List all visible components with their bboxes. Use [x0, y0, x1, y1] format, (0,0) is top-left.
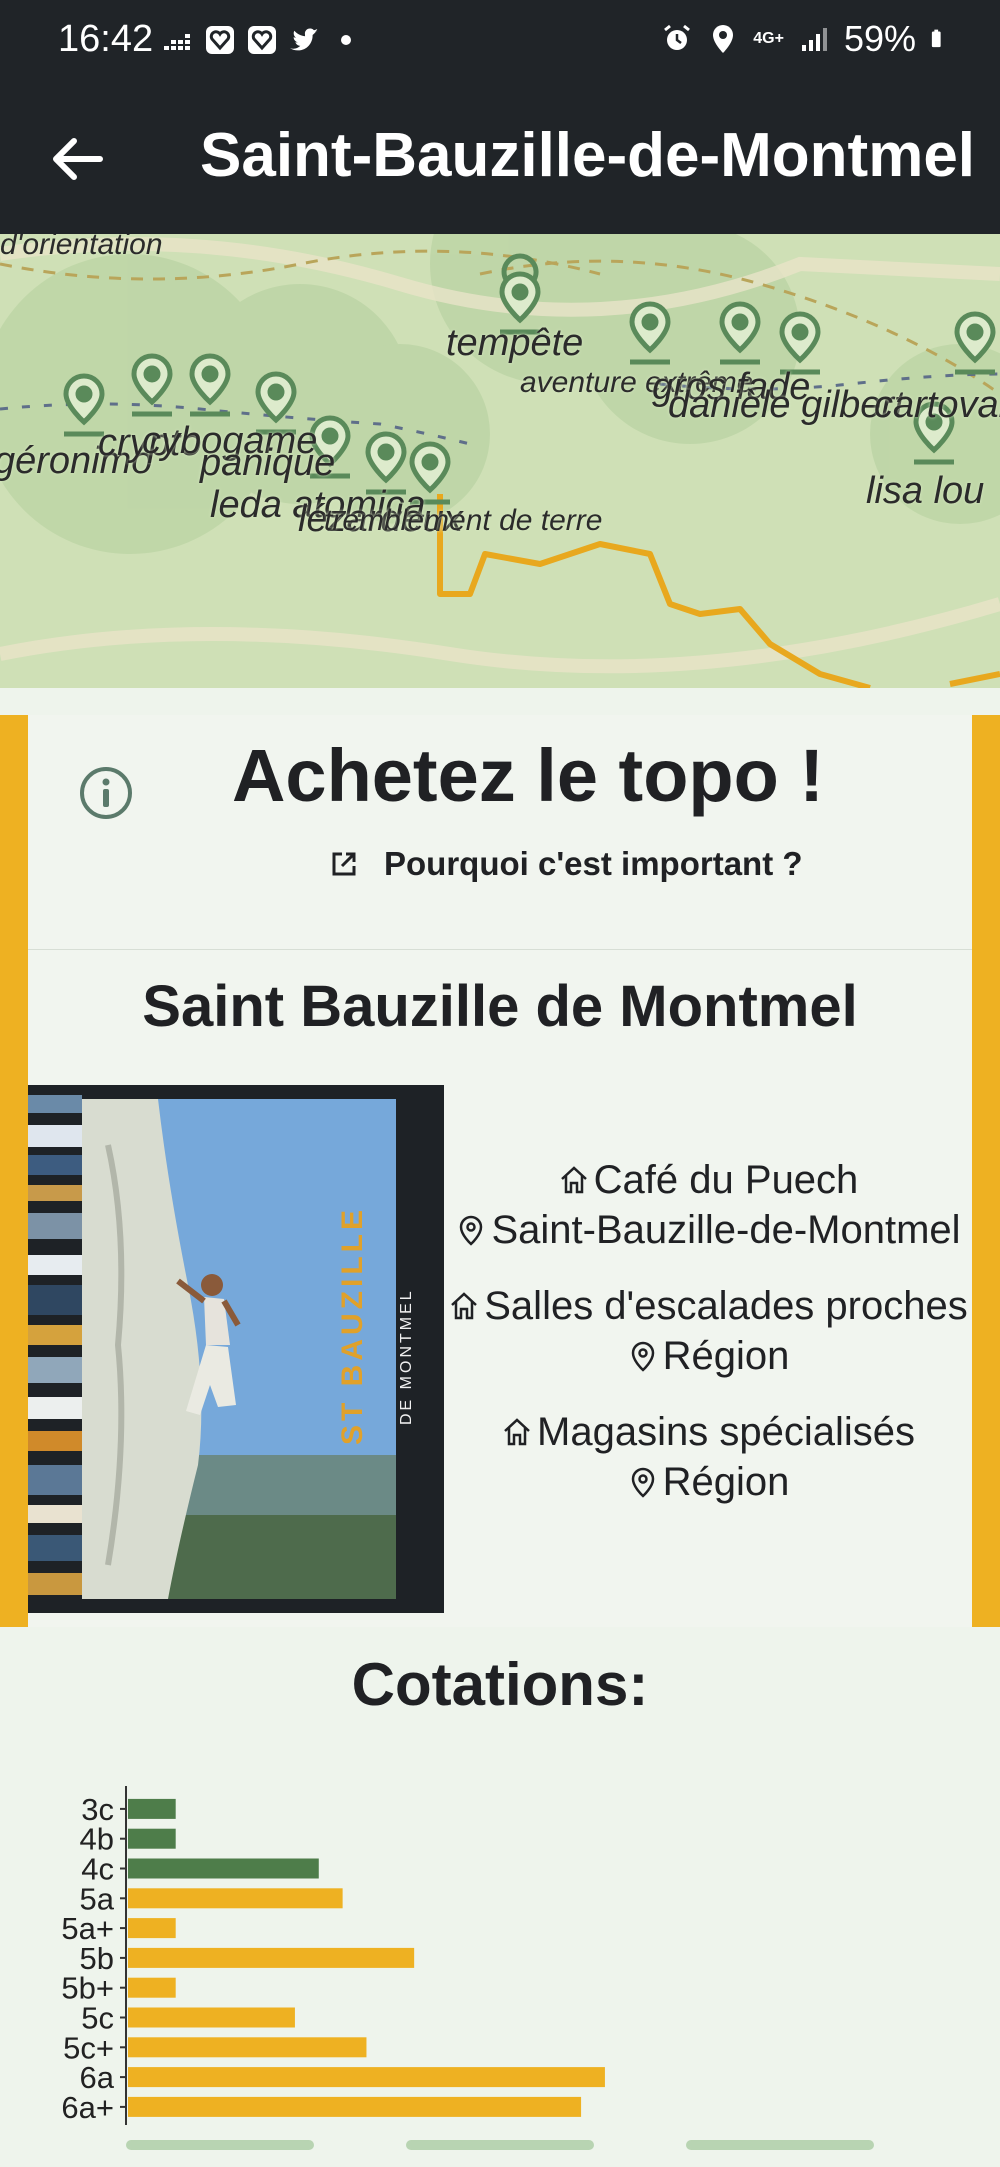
status-time: 16:42 — [58, 18, 154, 60]
location-pin-icon — [460, 1215, 483, 1246]
topo-name: Saint Bauzille de Montmel — [142, 974, 858, 1039]
twitter-icon — [290, 28, 318, 51]
buy-topo-heading: Achetez le topo ! — [231, 734, 825, 817]
home-icon — [560, 1166, 587, 1194]
status-right: 4G+ 59% — [661, 18, 950, 60]
battery-icon — [931, 29, 941, 48]
grades-chart: 3c4b4c5a5a+5b5b+5c5c+6a6a+6b — [30, 1770, 970, 2125]
shop-item[interactable]: Salles d'escalades proches Région — [444, 1281, 972, 1381]
dot-icon — [341, 35, 351, 45]
chart-bar-6a+[interactable] — [128, 2096, 582, 2117]
grades-title: Cotations: — [351, 1651, 649, 1718]
chart-bar-5a[interactable] — [128, 1888, 343, 1909]
why-important-label: Pourquoi c'est important ? — [384, 845, 803, 882]
back-arrow-icon[interactable] — [44, 126, 110, 192]
page-title: Saint-Bauzille-de-Montmel — [200, 121, 976, 190]
shop-item[interactable]: Café du Puech Saint-Bauzille-de-Montmel — [444, 1155, 972, 1255]
shop-location: Région — [662, 1460, 790, 1504]
map-label: d'orientation — [0, 234, 163, 261]
chart-bar-5b[interactable] — [128, 1947, 415, 1968]
topo-card: Achetez le topo ! Pourquoi c'est importa… — [0, 715, 1000, 1627]
shop-name: Salles d'escalades proches — [484, 1284, 968, 1328]
topo-cover-image[interactable]: ST BAUZILLE DE MONTMEL — [28, 1085, 444, 1613]
shop-location: Saint-Bauzille-de-Montmel — [491, 1208, 961, 1252]
status-bar: 16:42 4G+ 59% — [0, 0, 1000, 84]
chart-bar-3c[interactable] — [128, 1798, 176, 1819]
crag-map[interactable]: d'orientation tempête aventure extrême g… — [0, 234, 1000, 688]
map-label[interactable]: lisa lou — [866, 470, 984, 513]
shop-item[interactable]: Magasins spécialisés Région — [444, 1407, 972, 1507]
location-icon — [713, 25, 734, 53]
notification-icons — [162, 24, 362, 56]
page-indicator — [0, 2140, 1000, 2150]
shop-name: Magasins spécialisés — [537, 1410, 915, 1454]
chart-bar-5a+[interactable] — [128, 1918, 176, 1939]
app-bar: Saint-Bauzille-de-Montmel — [0, 84, 1000, 234]
alarm-icon — [664, 24, 691, 50]
chart-bar-6a[interactable] — [128, 2067, 605, 2088]
battery-percent: 59% — [843, 18, 916, 59]
chart-bar-5c+[interactable] — [128, 2037, 367, 2058]
chart-bar-4b[interactable] — [128, 1828, 176, 1849]
network-type: 4G+ — [753, 30, 784, 47]
map-label[interactable]: tremblement de terre — [324, 504, 602, 538]
page-indicator-3[interactable] — [686, 2140, 874, 2150]
cover-title: ST BAUZILLE — [336, 1206, 369, 1445]
home-icon — [451, 1292, 478, 1320]
location-pin-icon — [631, 1467, 654, 1498]
map-label[interactable]: panique — [200, 442, 335, 485]
map-label[interactable]: danièle gilbert — [668, 384, 905, 427]
chart-bar-5c[interactable] — [128, 2007, 295, 2028]
chart-bar-4c[interactable] — [128, 1858, 319, 1879]
location-pin-icon — [631, 1341, 654, 1372]
heart-app-icon — [206, 26, 234, 54]
shop-location: Région — [662, 1334, 790, 1378]
cover-stripes — [28, 1095, 82, 1595]
home-icon — [504, 1418, 530, 1446]
shop-name: Café du Puech — [593, 1158, 859, 1202]
page-indicator-2[interactable] — [406, 2140, 594, 2150]
chart-tick-label: 6b — [80, 2120, 114, 2125]
signal-icon — [801, 28, 827, 51]
divider — [28, 949, 972, 950]
shop-list: Café du Puech Saint-Bauzille-de-Montmel … — [444, 1155, 972, 1533]
deezer-icon — [164, 34, 190, 50]
why-important-link[interactable]: Pourquoi c'est important ? — [328, 845, 803, 883]
map-label[interactable]: tempête — [446, 322, 583, 365]
external-link-icon — [332, 852, 356, 876]
map-label[interactable]: cartovan — [874, 384, 1000, 427]
grades-chart-svg: 3c4b4c5a5a+5b5b+5c5c+6a6a+6b — [61, 1786, 605, 2125]
heart-app-icon-2 — [248, 26, 276, 54]
page-indicator-1[interactable] — [126, 2140, 314, 2150]
chart-bar-5b+[interactable] — [128, 1977, 176, 1998]
cover-subtitle: DE MONTMEL — [398, 1288, 415, 1425]
